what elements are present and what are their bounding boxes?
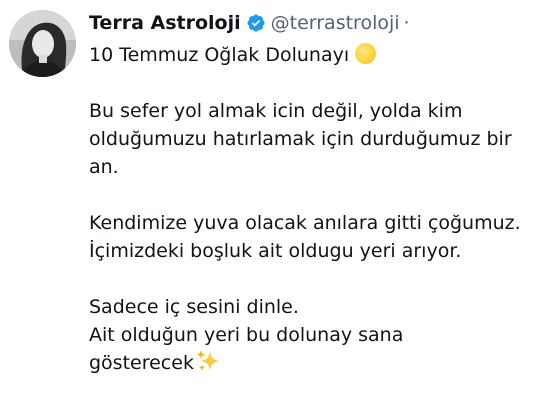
paragraph3-last-line: gösterecek: [89, 349, 551, 377]
paragraph2-line: İçimizdeki boşluk ait oldugu yeri arıyor…: [89, 240, 462, 262]
full-moon-icon: [355, 43, 377, 64]
paragraph3-line: Ait olduğun yeri bu dolunay sana: [89, 324, 404, 346]
paragraph3-text: gösterecek: [89, 352, 194, 374]
avatar-image: [9, 10, 76, 77]
author-name[interactable]: Terra Astroloji: [89, 12, 241, 34]
tweet-card[interactable]: Terra Astroloji @terrastroloji · 10 Temm…: [0, 0, 555, 415]
title-text: 10 Temmuz Oğlak Dolunayı: [89, 44, 350, 66]
author-handle[interactable]: @terrastroloji: [271, 12, 400, 34]
tweet-header: Terra Astroloji @terrastroloji ·: [89, 9, 410, 37]
paragraph3-line: Sadece iç sesini dinle.: [89, 296, 299, 318]
paragraph1-line: olduğumuzu hatırlamak için durduğumuz bi…: [89, 128, 512, 150]
avatar[interactable]: [9, 10, 76, 77]
tweet-text: 10 Temmuz Oğlak Dolunayı Bu sefer yol al…: [89, 41, 551, 377]
verified-badge-icon: [246, 13, 266, 33]
paragraph1-line: an.: [89, 156, 119, 178]
tweet-title-line: 10 Temmuz Oğlak Dolunayı: [89, 41, 551, 69]
header-separator: ·: [403, 12, 410, 34]
paragraph1-line: Bu sefer yol almak icin değil, yolda kim: [89, 100, 463, 122]
paragraph2-line: Kendimize yuva olacak anılara gitti çoğu…: [89, 212, 521, 234]
sparkles-icon: [196, 349, 222, 373]
